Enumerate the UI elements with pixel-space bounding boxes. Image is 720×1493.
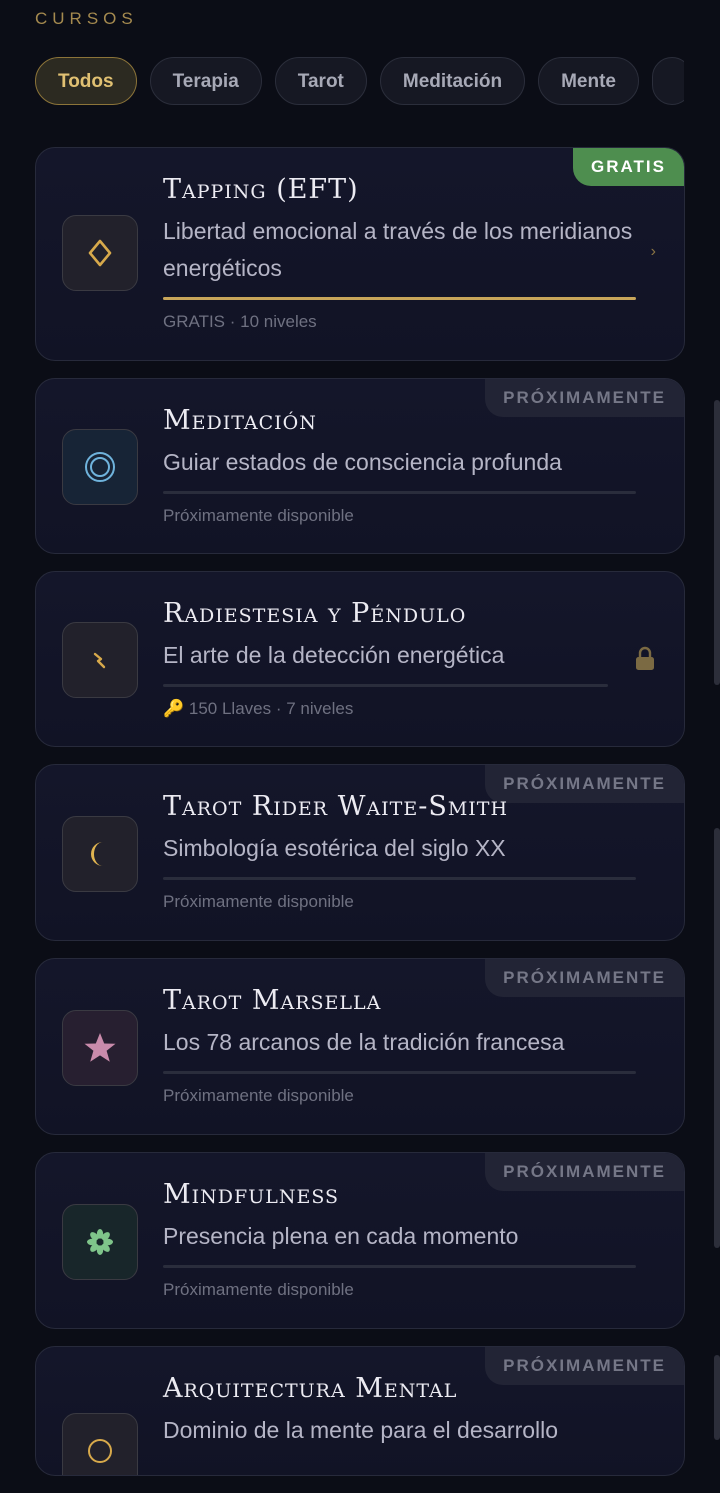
course-subtitle: Libertad emocional a través de los merid… xyxy=(163,218,633,282)
filter-chip-mente[interactable]: Mente xyxy=(538,57,640,105)
filter-chip-meditaci-n[interactable]: Meditación xyxy=(379,57,526,105)
course-card[interactable]: PRÓXIMAMENTE Mindfulness Presencia plena e… xyxy=(35,1152,685,1329)
course-meta: Próximamente disponible xyxy=(163,1280,354,1300)
course-subtitle: Dominio de la mente para el desarrollo xyxy=(163,1417,559,1444)
course-icon-box xyxy=(62,815,138,892)
chevron-right-icon[interactable]: › xyxy=(651,243,656,261)
lightning-icon xyxy=(82,642,118,678)
course-icon-box xyxy=(62,1009,138,1086)
flower-asterisk-icon xyxy=(82,1224,118,1260)
course-icon-box xyxy=(62,429,138,505)
crescent-moon-icon xyxy=(82,836,118,872)
course-icon-box xyxy=(62,1203,138,1280)
course-meta: GRATIS · 10 niveles xyxy=(163,312,317,332)
course-title: Meditación xyxy=(163,405,317,436)
course-subtitle: Presencia plena en cada momento xyxy=(163,1223,519,1250)
scrollbar-thumb[interactable] xyxy=(714,1355,720,1440)
course-title: Tarot Marsella xyxy=(163,985,382,1016)
course-progress-bar xyxy=(163,684,608,688)
course-progress-fill xyxy=(163,297,636,301)
course-icon-box xyxy=(62,215,138,291)
course-meta: Próximamente disponible xyxy=(163,1086,354,1106)
filter-chip-more[interactable] xyxy=(652,57,684,105)
course-card[interactable]: PRÓXIMAMENTE Meditación Guiar estados de c… xyxy=(35,378,685,554)
course-card[interactable]: Radiestesia y Péndulo El arte de la detec… xyxy=(35,571,685,747)
brain-icon xyxy=(82,1433,118,1469)
filter-chips: Todos Terapia Tarot Meditación Mente xyxy=(35,57,684,109)
concentric-circles-icon xyxy=(82,449,118,485)
star-icon xyxy=(82,1030,118,1066)
course-progress-bar xyxy=(163,877,636,881)
course-card[interactable]: PRÓXIMAMENTE Tarot Marsella Los 78 arcanos… xyxy=(35,958,685,1135)
scrollbar-thumb[interactable] xyxy=(714,400,720,685)
filter-chip-tarot[interactable]: Tarot xyxy=(274,57,367,105)
course-title: Mindfulness xyxy=(163,1179,340,1210)
course-list: GRATIS Tapping (EFT) Libertad emocional a … xyxy=(35,147,685,1493)
section-title: CURSOS xyxy=(35,9,138,28)
course-title: Radiestesia y Péndulo xyxy=(163,598,467,629)
course-subtitle: Guiar estados de consciencia profunda xyxy=(163,449,562,476)
course-subtitle: Los 78 arcanos de la tradición francesa xyxy=(163,1029,565,1056)
course-progress-bar xyxy=(163,1265,636,1269)
course-title: Tapping (EFT) xyxy=(163,174,359,205)
course-card[interactable]: GRATIS Tapping (EFT) Libertad emocional a … xyxy=(35,147,685,361)
course-meta: 🔑 150 Llaves · 7 niveles xyxy=(163,699,354,719)
course-card[interactable]: PRÓXIMAMENTE Tarot Rider Waite-Smith Simbo… xyxy=(35,764,685,941)
filter-chip-terapia[interactable]: Terapia xyxy=(149,57,262,105)
course-icon-box xyxy=(62,1413,138,1475)
scrollbar-thumb[interactable] xyxy=(714,828,720,1248)
course-subtitle: El arte de la detección energética xyxy=(163,642,505,669)
lock-icon xyxy=(634,646,656,678)
diamond-outline-icon xyxy=(82,235,118,271)
course-meta: Próximamente disponible xyxy=(163,506,354,526)
course-progress-bar xyxy=(163,297,636,301)
course-title: Arquitectura Mental xyxy=(163,1373,458,1404)
course-meta: Próximamente disponible xyxy=(163,892,354,912)
course-progress-bar xyxy=(163,491,636,495)
course-progress-bar xyxy=(163,1071,636,1075)
course-title: Tarot Rider Waite-Smith xyxy=(163,791,509,822)
course-subtitle: Simbología esotérica del siglo XX xyxy=(163,835,506,862)
course-card[interactable]: PRÓXIMAMENTE Arquitectura Mental Dominio d… xyxy=(35,1346,685,1476)
filter-chip-todos[interactable]: Todos xyxy=(35,57,137,105)
course-icon-box xyxy=(62,622,138,698)
